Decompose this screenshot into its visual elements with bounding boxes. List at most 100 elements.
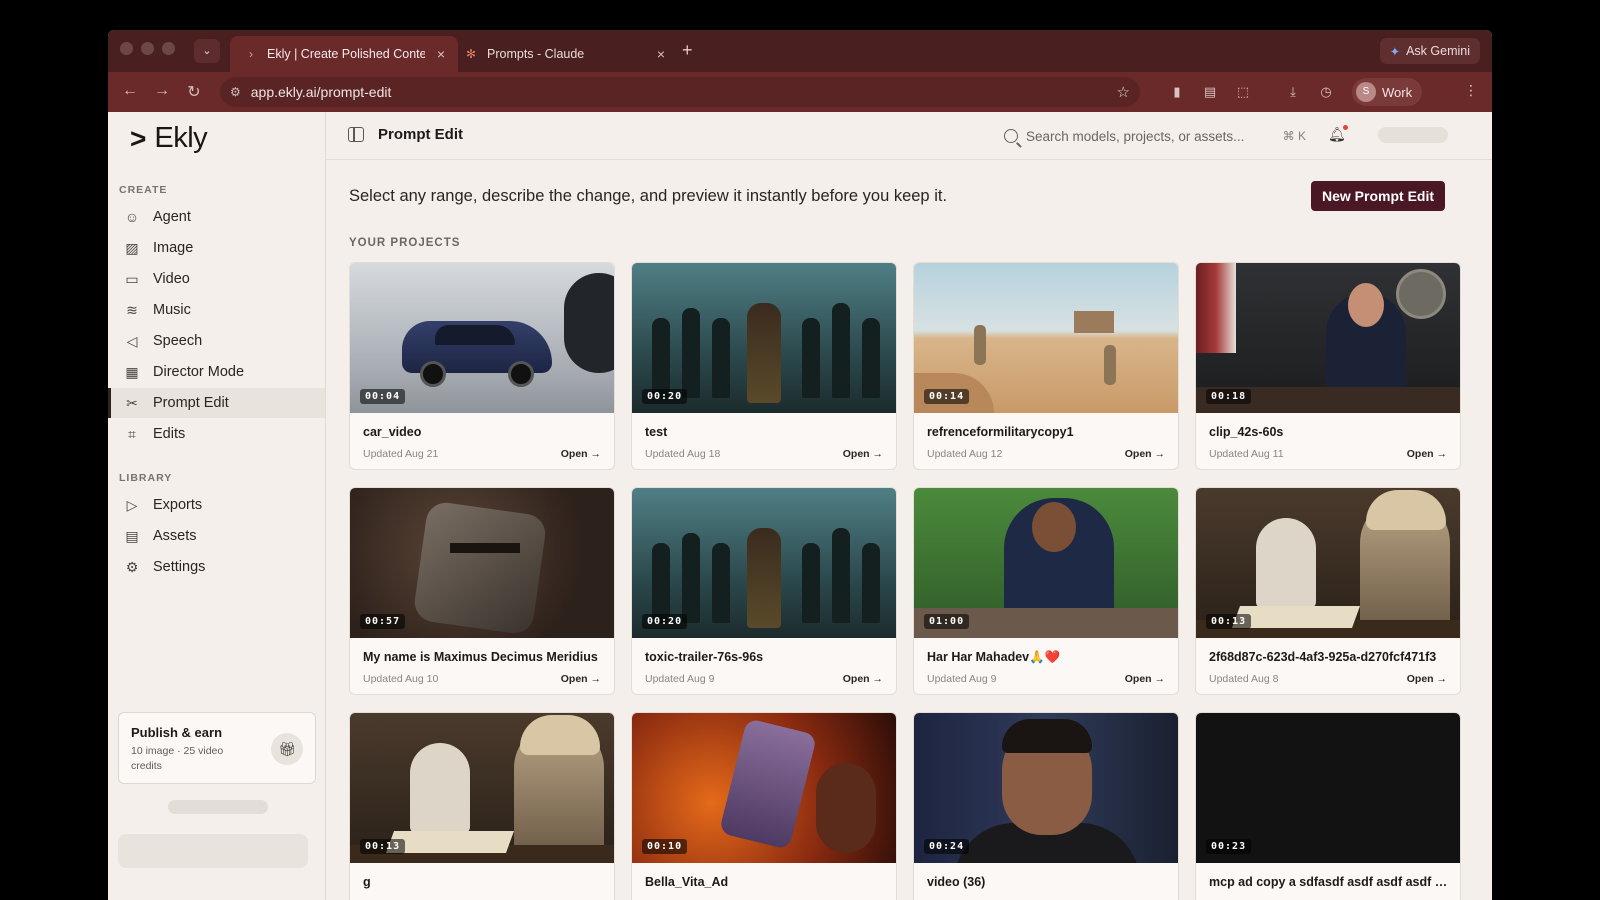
reload-icon[interactable]: ↻ [184, 82, 204, 102]
sidebar-item-music[interactable]: ≋ Music [108, 295, 325, 325]
project-card[interactable]: 00:13 g [349, 712, 615, 900]
project-card[interactable]: 00:18 clip_42s-60s Updated Aug 11 Open → [1195, 262, 1461, 470]
blurred-account[interactable] [118, 834, 308, 868]
ask-gemini-button[interactable]: ✦ Ask Gemini [1379, 38, 1480, 64]
duration-badge: 00:57 [360, 614, 406, 629]
project-thumbnail[interactable]: 00:24 [914, 713, 1178, 863]
project-card[interactable]: 00:57 My name is Maximus Decimus Meridius… [349, 487, 615, 695]
video-icon: ▭ [125, 270, 139, 287]
sidebar-item-settings[interactable]: ⚙ Settings [108, 552, 325, 582]
history-icon[interactable]: ◷ [1317, 83, 1335, 101]
project-card[interactable]: 00:20 test Updated Aug 18 Open → [631, 262, 897, 470]
gift-icon[interactable]: 🎁︎ [271, 733, 303, 765]
address-bar: ← → ↻ ⚙ app.ekly.ai/prompt-edit ☆ ▮ ▤ ⬚ … [108, 72, 1492, 112]
sidebar-item-assets[interactable]: ▤ Assets [108, 521, 325, 551]
sidebar-item-label: Assets [153, 528, 197, 544]
project-thumbnail[interactable]: 01:00 [914, 488, 1178, 638]
browser-tab-claude[interactable]: ✻ Prompts - Claude × [450, 36, 678, 72]
waveform-icon: ≋ [126, 301, 138, 318]
browser-tab-ekly[interactable]: › Ekly | Create Polished Content × [230, 36, 458, 72]
project-thumbnail[interactable]: 00:13 [1196, 488, 1460, 638]
brand-logo[interactable]: > Ekly [130, 122, 208, 155]
extension-icon[interactable]: ▤ [1201, 83, 1219, 101]
url-omnibox[interactable]: ⚙ app.ekly.ai/prompt-edit ☆ [220, 77, 1140, 107]
project-card[interactable]: 00:10 Bella_Vita_Ad [631, 712, 897, 900]
tab-search-button[interactable]: ⌄ [194, 39, 220, 63]
project-card[interactable]: 00:24 video (36) [913, 712, 1179, 900]
project-card[interactable]: 00:23 mcp ad copy a sdfasdf asdf asdf asd… [1195, 712, 1461, 900]
tab-title: Prompts - Claude [487, 47, 585, 61]
browser-menu-icon[interactable]: ⋮ [1464, 82, 1478, 99]
project-card[interactable]: 00:14 refrenceformilitarycopy1 Updated Aug… [913, 262, 1179, 470]
ekly-chevron-icon: > [130, 122, 147, 154]
project-updated: Updated Aug 9 [645, 673, 715, 685]
project-name: g [363, 875, 371, 889]
back-arrow-icon[interactable]: ← [120, 82, 140, 100]
project-thumbnail[interactable]: 00:04 [350, 263, 614, 413]
sidebar-item-image[interactable]: ▨ Image [108, 233, 325, 263]
extensions-puzzle-icon[interactable]: ⬚ [1234, 83, 1252, 101]
site-settings-icon[interactable]: ⚙ [230, 85, 241, 99]
open-project-link[interactable]: Open → [1407, 448, 1447, 460]
blurred-user-menu[interactable] [1378, 127, 1448, 143]
search-shortcut: ⌘ K [1282, 129, 1306, 143]
extension-icon[interactable]: ▮ [1168, 83, 1186, 101]
scissors-icon: ✂ [126, 394, 138, 411]
project-thumbnail[interactable]: 00:23 [1196, 713, 1460, 863]
project-thumbnail[interactable]: 00:13 [350, 713, 614, 863]
project-thumbnail[interactable]: 00:57 [350, 488, 614, 638]
bell-icon[interactable]: 🔔︎ [1328, 125, 1348, 143]
project-updated: Updated Aug 8 [1209, 673, 1279, 685]
project-thumbnail[interactable]: 00:20 [632, 263, 896, 413]
open-project-link[interactable]: Open → [1125, 673, 1165, 685]
open-project-link[interactable]: Open → [1125, 448, 1165, 460]
open-project-link[interactable]: Open → [843, 448, 883, 460]
bookmark-star-icon[interactable]: ☆ [1117, 83, 1130, 101]
project-thumbnail[interactable]: 00:20 [632, 488, 896, 638]
sidebar-item-video[interactable]: ▭ Video [108, 264, 325, 294]
duration-badge: 00:13 [360, 839, 406, 854]
project-thumbnail[interactable]: 00:10 [632, 713, 896, 863]
sidebar-item-label: Settings [153, 559, 206, 575]
project-name: clip_42s-60s [1209, 425, 1284, 439]
minimize-window-button[interactable] [141, 42, 154, 55]
close-window-button[interactable] [120, 42, 133, 55]
new-tab-button[interactable]: + [682, 40, 693, 61]
download-icon[interactable]: ⤓ [1284, 83, 1302, 101]
duration-badge: 00:24 [924, 839, 970, 854]
project-name: car_video [363, 425, 422, 439]
maximize-window-button[interactable] [162, 42, 175, 55]
duration-badge: 00:10 [642, 839, 688, 854]
close-tab-icon[interactable]: × [434, 46, 448, 62]
sidebar-item-label: Image [153, 240, 194, 256]
sidebar-item-director-mode[interactable]: ▦ Director Mode [108, 357, 325, 387]
new-prompt-edit-button[interactable]: New Prompt Edit [1311, 181, 1446, 211]
sidebar-item-speech[interactable]: ◁ Speech [108, 326, 325, 356]
sidebar-item-prompt-edit[interactable]: ✂ Prompt Edit [108, 388, 325, 418]
project-thumbnail[interactable]: 00:14 [914, 263, 1178, 413]
sidebar-item-exports[interactable]: ▷ Exports [108, 490, 325, 520]
open-project-link[interactable]: Open → [1407, 673, 1447, 685]
profile-label: Work [1382, 84, 1413, 100]
open-project-link[interactable]: Open → [561, 448, 601, 460]
sidebar-toggle-icon[interactable] [348, 127, 364, 142]
sidebar-item-edits[interactable]: ⌗ Edits [108, 419, 325, 449]
open-project-link[interactable]: Open → [561, 673, 601, 685]
project-thumbnail[interactable]: 00:18 [1196, 263, 1460, 413]
project-card[interactable]: 00:04 car_video Updated Aug 21 Open → [349, 262, 615, 470]
project-card[interactable]: 00:13 2f68d87c-623d-4af3-925a-d270fcf471f… [1195, 487, 1461, 695]
url-text: app.ekly.ai/prompt-edit [250, 84, 392, 100]
project-card[interactable]: 00:20 toxic-trailer-76s-96s Updated Aug 9 O… [631, 487, 897, 695]
sidebar-item-agent[interactable]: ☺ Agent [108, 202, 325, 232]
forward-arrow-icon[interactable]: → [152, 82, 172, 100]
close-tab-icon[interactable]: × [654, 46, 668, 62]
clapper-icon: ▦ [125, 363, 139, 380]
open-project-link[interactable]: Open → [843, 673, 883, 685]
publish-earn-card[interactable]: Publish & earn 10 image · 25 video credi… [118, 712, 316, 784]
project-card[interactable]: 01:00 Har Har Mahadev🙏❤️ Updated Aug 9 Open… [913, 487, 1179, 695]
profile-button[interactable]: S Work [1352, 78, 1423, 106]
archive-icon: ▤ [125, 527, 139, 544]
duration-badge: 01:00 [924, 614, 970, 629]
search-input[interactable]: Search models, projects, or assets... ⌘ … [994, 121, 1314, 151]
sidebar-item-label: Video [153, 271, 190, 287]
